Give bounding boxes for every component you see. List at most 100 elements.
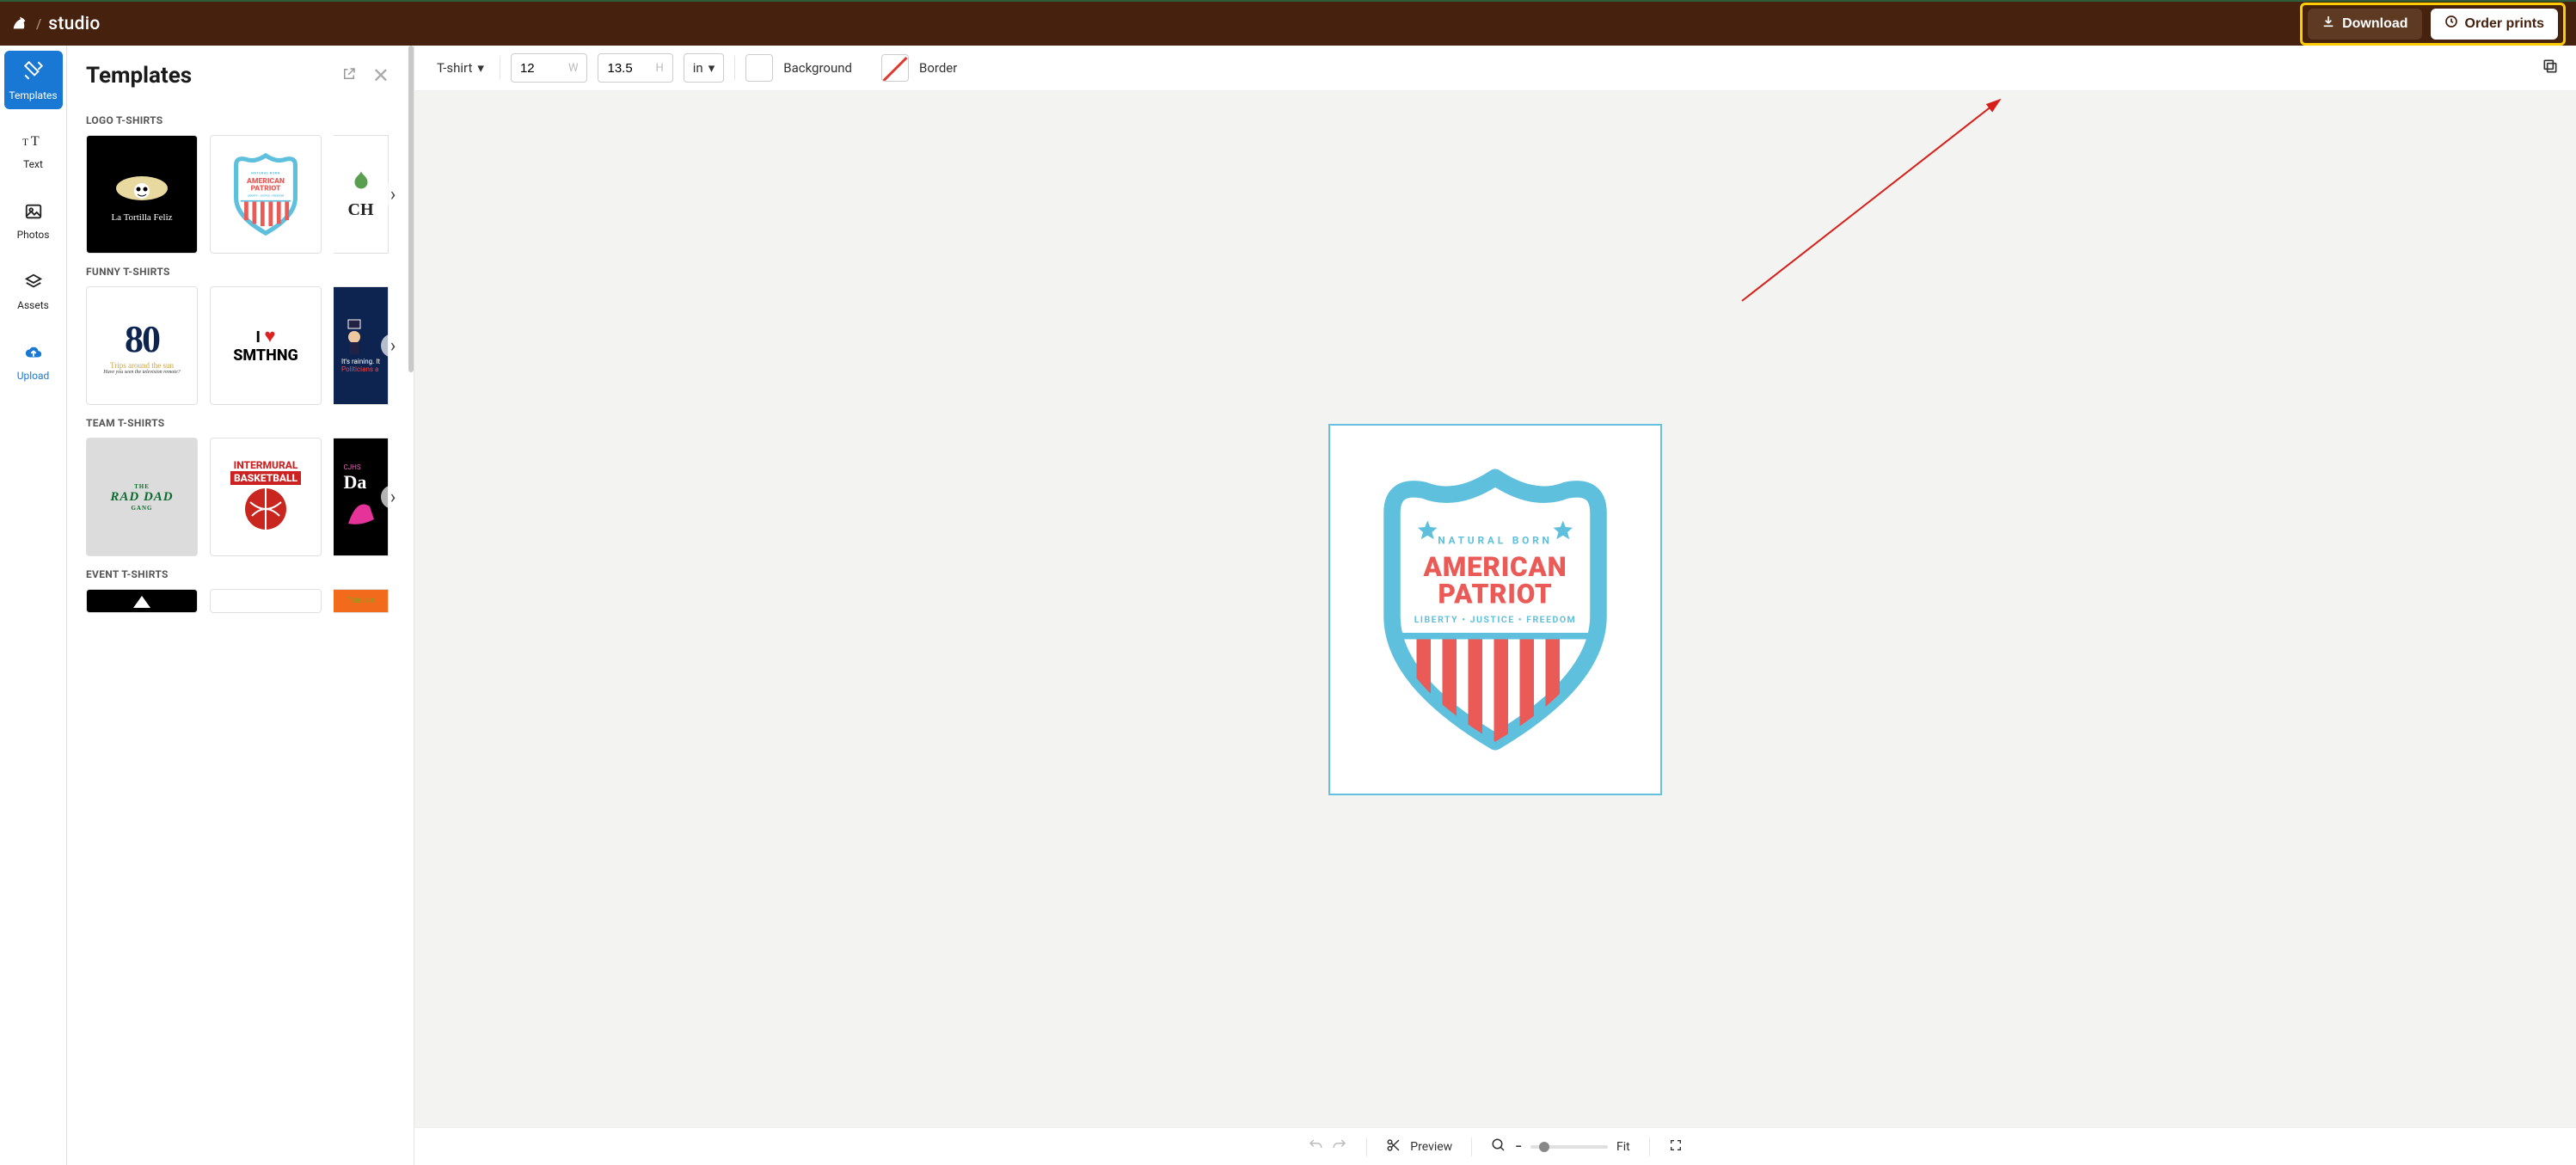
rail-templates[interactable]: Templates bbox=[4, 51, 63, 109]
rail-assets-label: Assets bbox=[17, 299, 49, 311]
zoom-fit-button[interactable]: Fit bbox=[1616, 1140, 1630, 1154]
thumb-text: Trips around the sun bbox=[103, 361, 180, 370]
thumb-text: BASKETBALL bbox=[230, 471, 301, 485]
undo-icon[interactable] bbox=[1308, 1137, 1323, 1156]
shield-design[interactable]: NATURAL BORN AMERICAN PATRIOT LIBERTY • … bbox=[1366, 468, 1624, 751]
height-input[interactable] bbox=[607, 61, 647, 76]
border-swatch[interactable] bbox=[881, 54, 909, 82]
templates-icon bbox=[22, 59, 45, 84]
svg-text:PATRIOT: PATRIOT bbox=[251, 185, 281, 193]
templates-body: LOGO T-SHIRTS La Tortilla Feliz NATURAL … bbox=[67, 102, 414, 1165]
header-actions-highlight: Download Order prints bbox=[2300, 3, 2566, 46]
background-label: Background bbox=[783, 60, 852, 76]
preview-button[interactable]: Preview bbox=[1386, 1137, 1452, 1156]
section-funny-label: FUNNY T-SHIRTS bbox=[86, 266, 414, 278]
rail-upload[interactable]: Upload bbox=[4, 333, 63, 391]
external-link-icon[interactable] bbox=[341, 66, 357, 85]
product-select[interactable]: T-shirt ▾ bbox=[432, 60, 489, 76]
slash-icon: / bbox=[36, 15, 41, 32]
redo-icon[interactable] bbox=[1332, 1137, 1347, 1156]
thumb-text: Have you seen the television remote? bbox=[103, 370, 180, 375]
design-line2: PATRIOT bbox=[1438, 578, 1553, 610]
design-topline: NATURAL BORN bbox=[1438, 534, 1553, 546]
template-card[interactable]: La Tortilla Feliz bbox=[86, 135, 198, 254]
text-icon: TT bbox=[22, 132, 45, 153]
scissors-icon bbox=[1386, 1137, 1401, 1156]
upload-icon bbox=[24, 343, 43, 365]
thumb-text: Politicians a bbox=[341, 365, 380, 373]
template-card[interactable]: INTERMURAL BASKETBALL bbox=[210, 438, 322, 556]
divider bbox=[734, 56, 735, 80]
thumb-text: RAD DAD bbox=[110, 490, 173, 505]
width-input[interactable] bbox=[520, 61, 560, 76]
template-card[interactable]: I ♥ SMTHNG bbox=[210, 286, 322, 405]
templates-title: Templates bbox=[86, 63, 192, 89]
download-button[interactable]: Download bbox=[2308, 9, 2421, 40]
copy-icon[interactable] bbox=[2542, 58, 2559, 78]
photos-icon bbox=[24, 202, 43, 224]
caret-down-icon: ▾ bbox=[477, 60, 484, 76]
brand[interactable]: / studio bbox=[10, 13, 101, 35]
section-logo-label: LOGO T-SHIRTS bbox=[86, 114, 414, 126]
width-hint: W bbox=[568, 62, 579, 75]
annotation-arrow bbox=[1733, 95, 2009, 310]
template-card[interactable] bbox=[210, 589, 322, 613]
rail-text[interactable]: TT Text bbox=[4, 121, 63, 180]
zoom-slider[interactable] bbox=[1530, 1145, 1608, 1149]
carousel-next-icon[interactable]: › bbox=[381, 334, 405, 358]
horse-icon bbox=[10, 13, 29, 35]
main: Templates TT Text Photos Assets Upload bbox=[0, 46, 2576, 1165]
templates-header: Templates ✕ bbox=[67, 46, 414, 102]
product-label: T-shirt bbox=[437, 60, 472, 76]
section-event-label: EVENT T-SHIRTS bbox=[86, 568, 414, 580]
carousel-next-icon[interactable]: › bbox=[381, 485, 405, 509]
bottom-bar: Preview − Fit bbox=[414, 1127, 2576, 1165]
svg-text:NATURAL BORN: NATURAL BORN bbox=[251, 170, 280, 175]
section-team-label: TEAM T-SHIRTS bbox=[86, 417, 414, 429]
artboard[interactable]: NATURAL BORN AMERICAN PATRIOT LIBERTY • … bbox=[1328, 424, 1662, 795]
thumb-text: 80 bbox=[103, 317, 180, 361]
app-header: / studio Download Order prints bbox=[0, 0, 2576, 46]
thumb-text: SMTHNG bbox=[233, 347, 298, 365]
svg-text:T: T bbox=[30, 132, 39, 148]
carousel-next-icon[interactable]: › bbox=[381, 182, 405, 206]
template-card[interactable] bbox=[86, 589, 198, 613]
thumb-text: La Tortilla Feliz bbox=[111, 212, 172, 223]
rail-upload-label: Upload bbox=[17, 370, 50, 382]
background-swatch[interactable] bbox=[745, 54, 773, 82]
left-rail: Templates TT Text Photos Assets Upload bbox=[0, 46, 67, 1165]
design-subline: LIBERTY • JUSTICE • FREEDOM bbox=[1414, 614, 1577, 625]
assets-icon bbox=[24, 273, 43, 294]
thumb-text: CH bbox=[348, 200, 374, 220]
order-prints-button[interactable]: Order prints bbox=[2431, 9, 2558, 40]
zoom-out-icon[interactable]: − bbox=[1515, 1140, 1522, 1154]
template-card[interactable]: This is n bbox=[334, 589, 389, 613]
order-label: Order prints bbox=[2465, 16, 2544, 32]
canvas-area: T-shirt ▾ W H in ▾ Background Border bbox=[414, 46, 2576, 1165]
rail-photos-label: Photos bbox=[17, 229, 50, 241]
thumb-text: GANG bbox=[110, 505, 173, 512]
divider bbox=[1649, 1137, 1650, 1156]
row-team: THE RAD DAD GANG INTERMURAL BASKETBALL C… bbox=[86, 438, 414, 556]
height-hint: H bbox=[655, 62, 663, 75]
template-card[interactable]: 80 Trips around the sun Have you seen th… bbox=[86, 286, 198, 405]
thumb-text: I bbox=[256, 328, 265, 346]
row-logo: La Tortilla Feliz NATURAL BORNAMERICANPA… bbox=[86, 135, 414, 254]
canvas-viewport[interactable]: NATURAL BORN AMERICAN PATRIOT LIBERTY • … bbox=[414, 91, 2576, 1127]
caret-down-icon: ▾ bbox=[708, 60, 715, 76]
brand-name: studio bbox=[48, 14, 100, 34]
unit-label: in bbox=[693, 60, 703, 76]
template-card[interactable]: THE RAD DAD GANG bbox=[86, 438, 198, 556]
rail-templates-label: Templates bbox=[9, 89, 57, 101]
rail-assets[interactable]: Assets bbox=[4, 262, 63, 321]
heart-icon: ♥ bbox=[264, 326, 275, 347]
fullscreen-icon[interactable] bbox=[1669, 1138, 1683, 1156]
download-label: Download bbox=[2342, 16, 2407, 32]
template-card[interactable]: NATURAL BORNAMERICANPATRIOTLIBERTY • JUS… bbox=[210, 135, 322, 254]
thumb-text: INTERMURAL bbox=[230, 459, 301, 471]
zoom-icon[interactable] bbox=[1491, 1137, 1506, 1156]
rail-photos[interactable]: Photos bbox=[4, 192, 63, 250]
close-icon[interactable]: ✕ bbox=[372, 64, 389, 88]
zoom-slider-knob[interactable] bbox=[1539, 1142, 1549, 1152]
unit-select[interactable]: in ▾ bbox=[684, 53, 724, 83]
